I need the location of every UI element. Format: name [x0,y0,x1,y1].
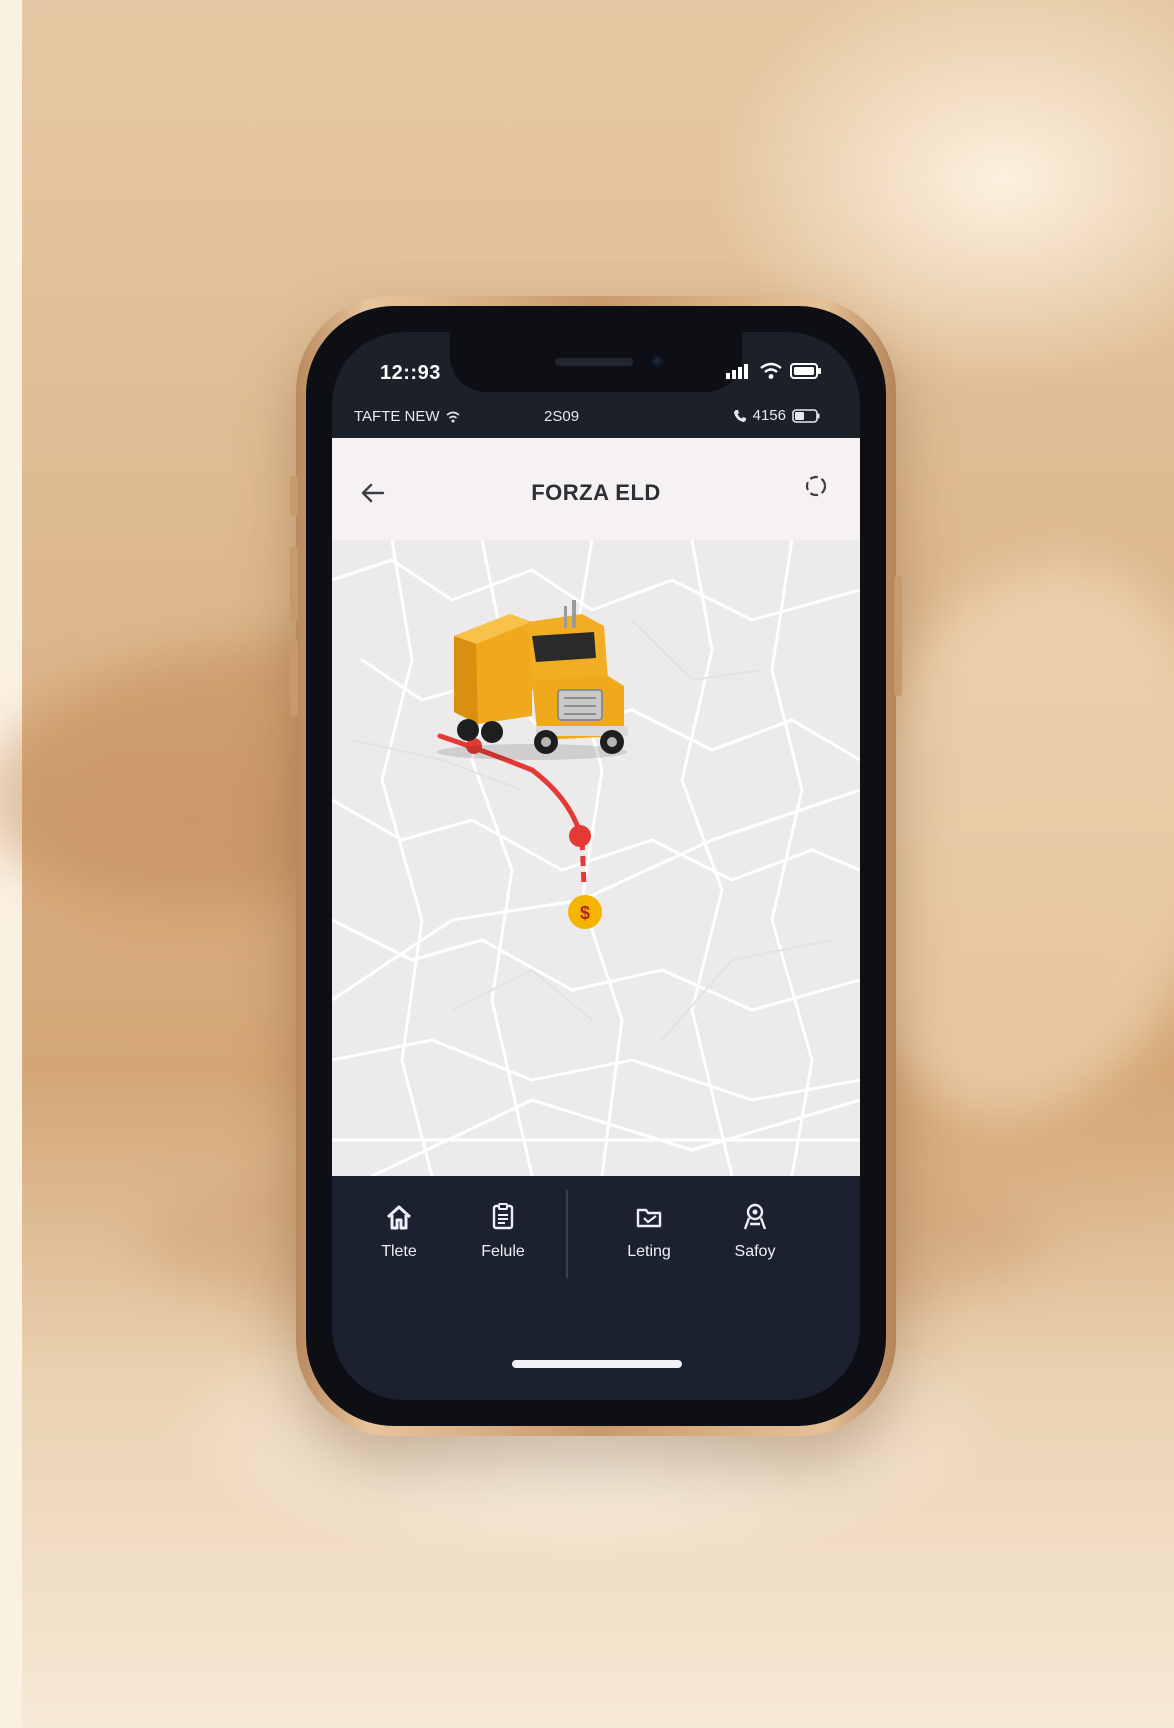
status-center-text: 2S09 [544,408,580,425]
folder-icon [636,1208,662,1228]
tab-label: Tlete [381,1243,417,1260]
status-time: 12::93 [380,362,441,384]
status-indicators [726,362,822,380]
phone-icon [733,409,746,422]
bottom-navigation: Tlete Felule Leting Safoy [332,1176,860,1400]
battery-icon [792,408,820,423]
tab-safety[interactable]: Safoy [710,1202,800,1261]
phone-bezel: 12::93 TAFTE NEW 2S09 4156 FORZA ELD $ T… [306,306,886,1426]
refresh-icon[interactable] [802,472,830,500]
destination-marker-label: $ [580,903,590,923]
tab-label: Leting [627,1243,671,1260]
tab-home[interactable]: Tlete [354,1202,444,1261]
carrier-group: TAFTE NEW [354,408,460,425]
volume-down-button [290,640,298,716]
phone-frame: 12::93 TAFTE NEW 2S09 4156 FORZA ELD $ T… [290,296,902,1436]
wifi-icon [446,411,460,422]
route-waypoint[interactable] [569,825,591,847]
cellular-signal-icon [726,364,748,379]
page-title: FORZA ELD [531,480,661,505]
front-camera [650,354,664,368]
battery-icon [790,363,821,379]
phone-screen: 12::93 TAFTE NEW 2S09 4156 FORZA ELD $ T… [332,332,860,1400]
carrier-label: TAFTE NEW [354,408,440,425]
tab-logging[interactable]: Leting [604,1202,694,1261]
mute-switch [290,476,298,516]
power-button [894,576,902,696]
map-canvas[interactable]: $ [332,538,860,1178]
tab-label: Felule [481,1243,525,1260]
tab-label: Safoy [734,1243,776,1260]
nav-divider [566,1190,568,1278]
volume-up-button [290,546,298,622]
battery-group: 4156 [733,407,820,424]
battery-text: 4156 [752,407,786,424]
truck-icon[interactable] [437,600,628,760]
notch [450,332,742,392]
secondary-status-bar: TAFTE NEW 2S09 4156 [332,404,860,432]
earpiece-speaker [555,358,633,366]
home-icon [386,1205,412,1230]
wifi-icon [760,362,782,379]
app-header: FORZA ELD [332,438,860,540]
home-indicator[interactable] [512,1360,682,1368]
route-map[interactable]: $ [332,538,860,1178]
safety-icon [743,1203,767,1230]
tab-document[interactable]: Felule [458,1202,548,1261]
document-icon [492,1203,514,1230]
